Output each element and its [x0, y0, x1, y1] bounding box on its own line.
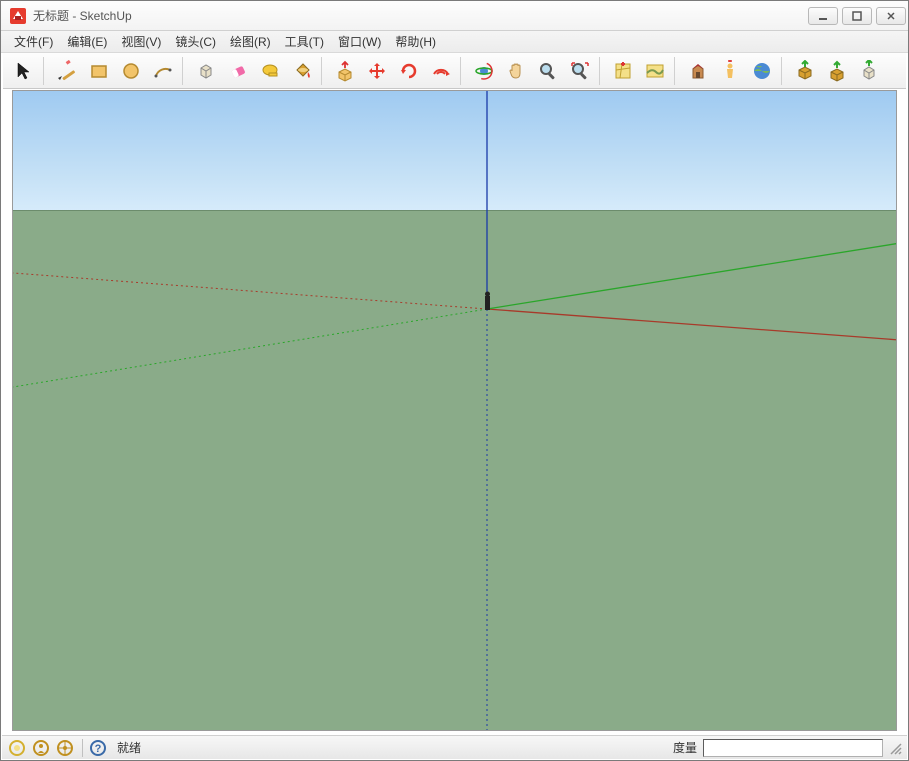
line-tool[interactable]	[52, 56, 82, 86]
add-location-tool[interactable]	[608, 56, 638, 86]
resize-grip[interactable]	[887, 740, 903, 756]
svg-text:?: ?	[95, 743, 102, 755]
separator	[781, 57, 786, 85]
statusbar: ? 就绪 度量	[2, 735, 907, 759]
measure-input[interactable]	[703, 739, 883, 757]
scale-figure	[485, 292, 490, 311]
viewport-3d[interactable]	[12, 90, 897, 731]
axis-red-positive	[487, 309, 896, 341]
minimize-button[interactable]	[808, 7, 838, 25]
titlebar: 无标题 - SketchUp	[1, 1, 908, 31]
axis-green-negative	[13, 309, 487, 387]
menu-window[interactable]: 窗口(W)	[331, 31, 388, 52]
preview-google-earth-tool[interactable]	[747, 56, 777, 86]
menu-draw[interactable]: 绘图(R)	[223, 31, 278, 52]
toggle-terrain-tool[interactable]	[640, 56, 670, 86]
make-component-tool[interactable]	[191, 56, 221, 86]
axes-overlay	[13, 91, 896, 730]
get-models-tool[interactable]	[790, 56, 820, 86]
share-model-tool[interactable]	[822, 56, 852, 86]
person-info-icon[interactable]	[30, 737, 52, 759]
separator	[321, 57, 326, 85]
axis-red-negative	[13, 273, 487, 309]
eraser-tool[interactable]	[223, 56, 253, 86]
instructor-toggle-icon[interactable]	[6, 737, 28, 759]
move-tool[interactable]	[362, 56, 392, 86]
zoom-tool[interactable]	[533, 56, 563, 86]
circle-tool[interactable]	[116, 56, 146, 86]
rotate-tool[interactable]	[394, 56, 424, 86]
status-text: 就绪	[117, 739, 141, 756]
axis-green-positive	[487, 241, 896, 309]
separator	[674, 57, 679, 85]
menu-help[interactable]: 帮助(H)	[388, 31, 443, 52]
place-figure-tool[interactable]	[715, 56, 745, 86]
arc-tool[interactable]	[148, 56, 178, 86]
separator	[43, 57, 48, 85]
toolbar	[3, 53, 906, 89]
help-icon[interactable]: ?	[87, 737, 109, 759]
menu-edit[interactable]: 编辑(E)	[60, 31, 114, 52]
orbit-tool[interactable]	[469, 56, 499, 86]
separator	[82, 739, 83, 757]
separator	[182, 57, 187, 85]
rectangle-tool[interactable]	[84, 56, 114, 86]
menu-view[interactable]: 视图(V)	[114, 31, 168, 52]
warehouse-building-tool[interactable]	[683, 56, 713, 86]
select-tool[interactable]	[9, 56, 39, 86]
close-button[interactable]	[876, 7, 906, 25]
menu-camera[interactable]: 镜头(C)	[168, 31, 223, 52]
paint-bucket-tool[interactable]	[287, 56, 317, 86]
maximize-button[interactable]	[842, 7, 872, 25]
menu-file[interactable]: 文件(F)	[7, 31, 60, 52]
menu-tools[interactable]: 工具(T)	[278, 31, 331, 52]
menubar: 文件(F) 编辑(E) 视图(V) 镜头(C) 绘图(R) 工具(T) 窗口(W…	[1, 31, 908, 53]
measure-label: 度量	[673, 739, 697, 756]
upload-component-tool[interactable]	[854, 56, 884, 86]
separator	[599, 57, 604, 85]
push-pull-tool[interactable]	[330, 56, 360, 86]
window-title: 无标题 - SketchUp	[33, 7, 132, 24]
offset-tool[interactable]	[426, 56, 456, 86]
pan-tool[interactable]	[501, 56, 531, 86]
app-icon	[9, 7, 27, 25]
geo-status-icon[interactable]	[54, 737, 76, 759]
separator	[460, 57, 465, 85]
zoom-extents-tool[interactable]	[565, 56, 595, 86]
tape-measure-tool[interactable]	[255, 56, 285, 86]
